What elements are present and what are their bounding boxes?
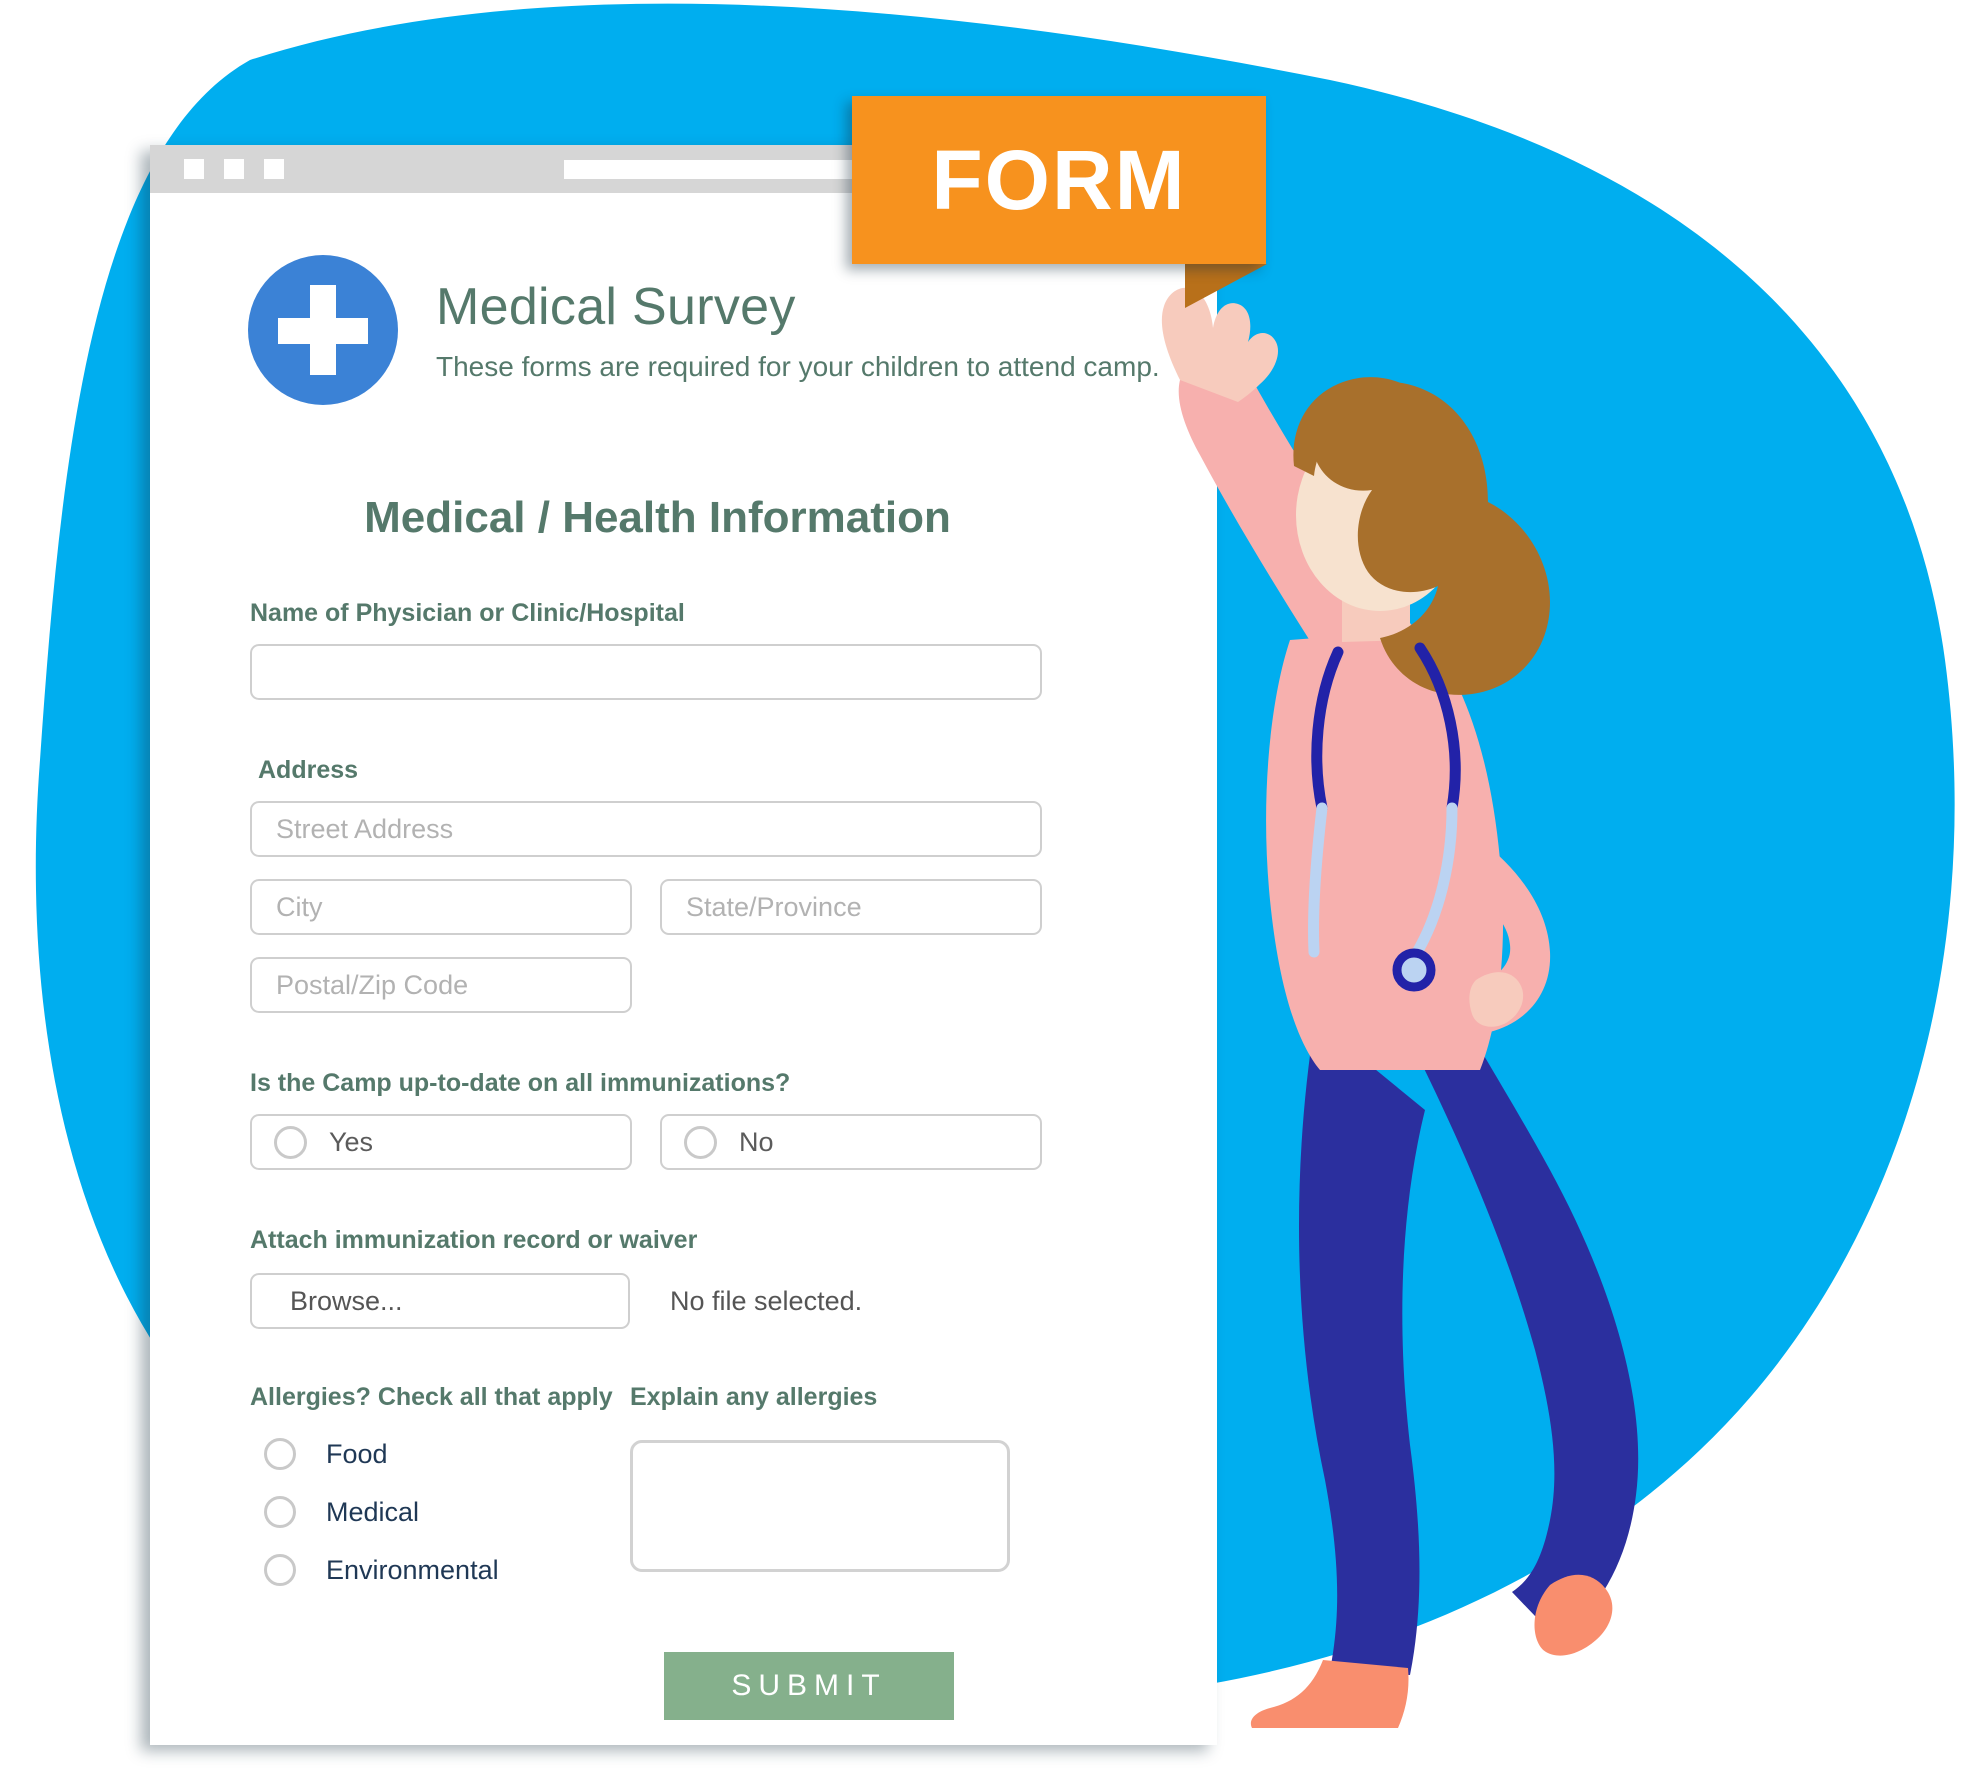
immunization-option-no[interactable]: No: [660, 1114, 1042, 1170]
window-dot-2[interactable]: [224, 159, 244, 179]
browser-window: Medical Survey These forms are required …: [150, 145, 1217, 1745]
street-address-input[interactable]: Street Address: [250, 801, 1042, 857]
page-subtitle: These forms are required for your childr…: [436, 351, 1160, 382]
form-banner: FORM: [852, 96, 1266, 264]
allergy-option-medical[interactable]: Medical: [250, 1496, 630, 1528]
city-input[interactable]: City: [250, 879, 632, 935]
window-dot-1[interactable]: [184, 159, 204, 179]
immunization-option-yes-label: Yes: [329, 1126, 374, 1157]
window-dot-3[interactable]: [264, 159, 284, 179]
allergies-label: Allergies? Check all that apply: [250, 1383, 613, 1411]
postal-row: Postal/Zip Code: [250, 957, 1050, 1013]
form-fields: Name of Physician or Clinic/Hospital Add…: [150, 599, 1050, 1720]
banner-fold-tail: [1185, 264, 1267, 308]
allergies-explain-textarea[interactable]: [630, 1440, 1010, 1572]
radio-icon: [274, 1125, 307, 1159]
checkbox-icon: [264, 1554, 296, 1586]
state-province-input[interactable]: State/Province: [660, 879, 1042, 935]
allergy-option-food-label: Food: [326, 1438, 388, 1469]
postal-zip-input[interactable]: Postal/Zip Code: [250, 957, 632, 1013]
radio-icon: [684, 1125, 717, 1159]
file-status-text: No file selected.: [670, 1285, 863, 1316]
allergies-explain-group: Explain any allergies: [630, 1383, 1010, 1586]
page-title: Medical Survey: [436, 278, 796, 336]
leg-front: [1410, 1040, 1639, 1640]
stethoscope-chestpiece: [1392, 948, 1436, 992]
attachment-row: Browse... No file selected.: [250, 1273, 1050, 1329]
address-label: Address: [258, 756, 359, 784]
allergy-option-food[interactable]: Food: [250, 1438, 630, 1470]
allergies-explain-label: Explain any allergies: [630, 1383, 878, 1411]
form-body: Medical Survey These forms are required …: [150, 193, 1217, 1720]
medical-cross-icon: [248, 255, 398, 405]
leg-back: [1298, 1020, 1425, 1675]
shoe-back: [1250, 1660, 1409, 1728]
checkbox-icon: [264, 1496, 296, 1528]
physician-label: Name of Physician or Clinic/Hospital: [250, 599, 685, 627]
torso-sweater: [1266, 630, 1504, 1070]
immunization-options: Yes No: [250, 1114, 1050, 1170]
city-state-row: City State/Province: [250, 879, 1050, 935]
attachment-label: Attach immunization record or waiver: [250, 1226, 698, 1254]
allergy-option-environmental-label: Environmental: [326, 1554, 499, 1585]
allergy-option-medical-label: Medical: [326, 1496, 420, 1527]
allergies-checkbox-group: Allergies? Check all that apply Food Med…: [250, 1383, 630, 1586]
section-heading: Medical / Health Information: [364, 493, 951, 542]
browse-button[interactable]: Browse...: [250, 1273, 630, 1329]
immunization-option-no-label: No: [739, 1126, 774, 1157]
allergies-section: Allergies? Check all that apply Food Med…: [250, 1383, 1050, 1586]
submit-button[interactable]: SUBMIT: [664, 1652, 954, 1720]
header-text-group: Medical Survey These forms are required …: [436, 277, 1160, 383]
physician-input[interactable]: [250, 644, 1042, 700]
cross-bar-vertical: [310, 285, 336, 375]
checkbox-icon: [264, 1438, 296, 1470]
immunization-option-yes[interactable]: Yes: [250, 1114, 632, 1170]
allergy-option-environmental[interactable]: Environmental: [250, 1554, 630, 1586]
nurse-illustration: [1161, 287, 1639, 1728]
immunization-label: Is the Camp up-to-date on all immunizati…: [250, 1069, 791, 1097]
